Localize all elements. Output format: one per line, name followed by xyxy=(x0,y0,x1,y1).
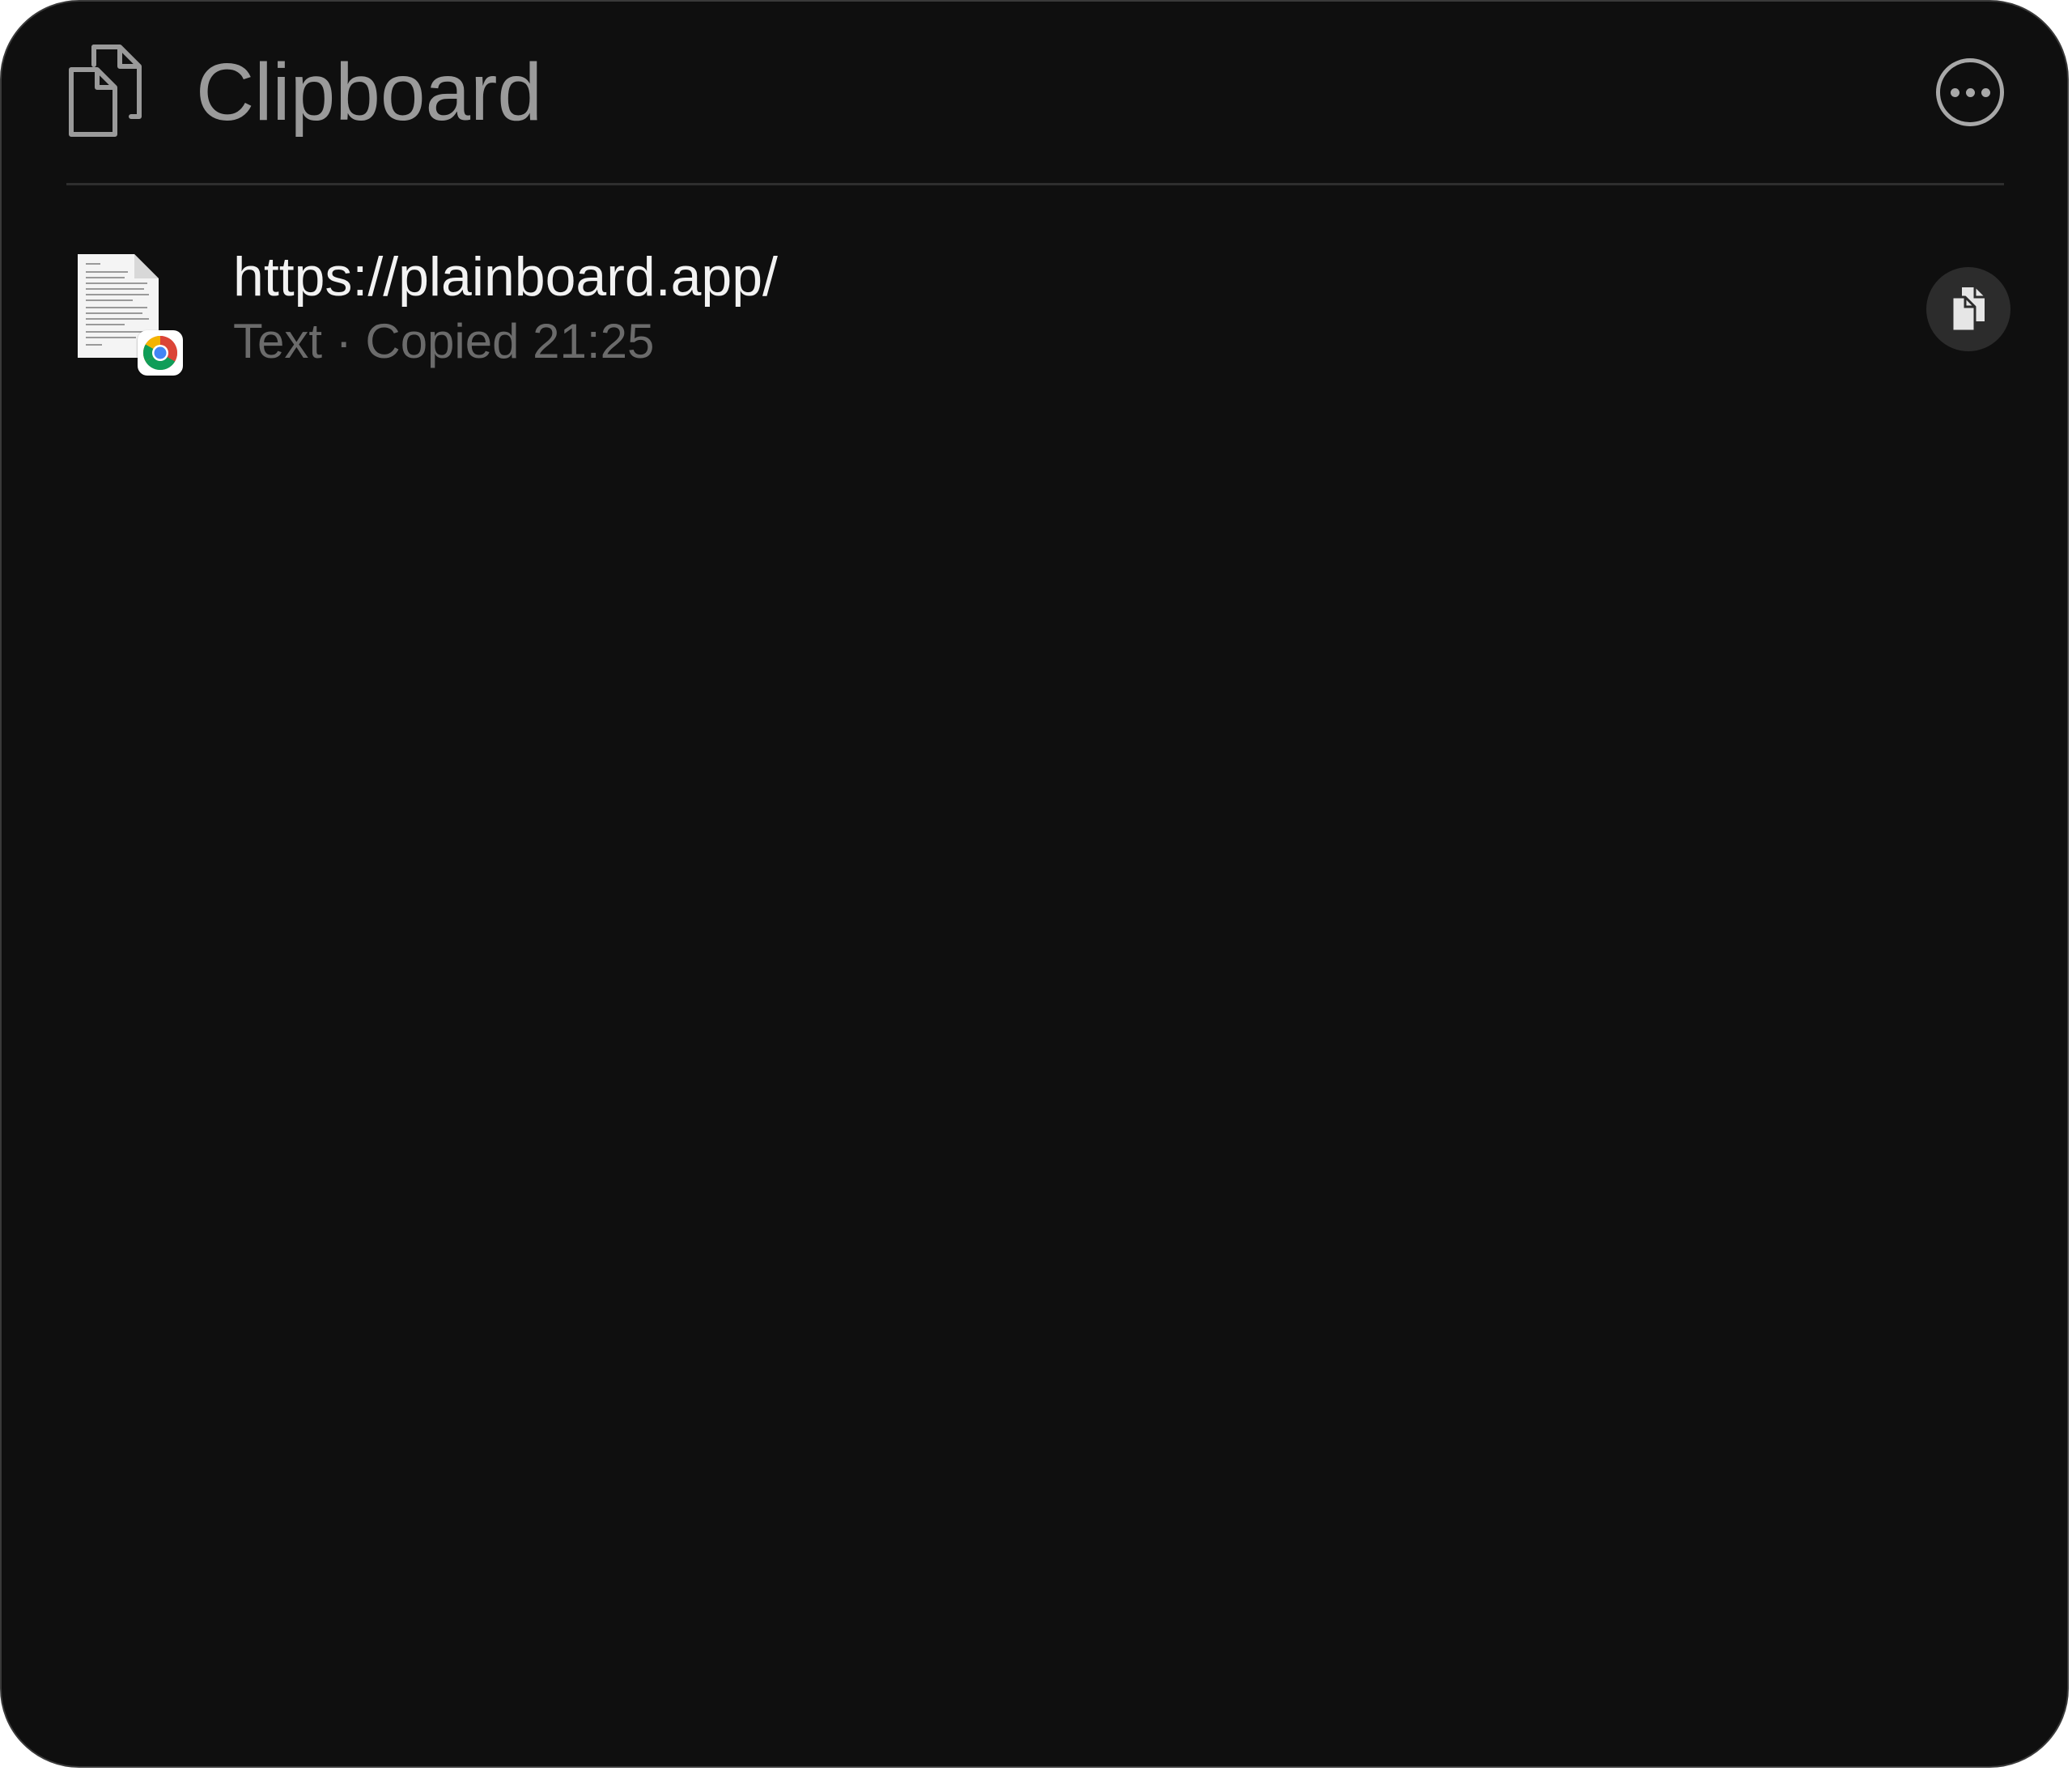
copy-icon xyxy=(1951,287,1985,333)
ellipsis-dot xyxy=(1981,87,1990,97)
header: Clipboard xyxy=(66,2,2004,185)
more-options-button[interactable] xyxy=(1936,58,2004,126)
clipboard-entry[interactable]: https://plainboard.app/ Text · Copied 21… xyxy=(66,241,2010,387)
documents-icon xyxy=(69,45,142,137)
chrome-icon xyxy=(142,336,178,371)
entry-title: https://plainboard.app/ xyxy=(233,246,778,308)
clipboard-panel: Clipboard https://plainboard.app/ Text ·… xyxy=(0,0,2069,1768)
source-app-badge xyxy=(138,330,183,376)
entry-meta: Text · Copied 21:25 xyxy=(233,314,655,368)
copy-button[interactable] xyxy=(1926,267,2010,351)
ellipsis-dot xyxy=(1965,87,1975,97)
ellipsis-circle-icon xyxy=(1950,87,1959,97)
page-title: Clipboard xyxy=(196,47,543,138)
